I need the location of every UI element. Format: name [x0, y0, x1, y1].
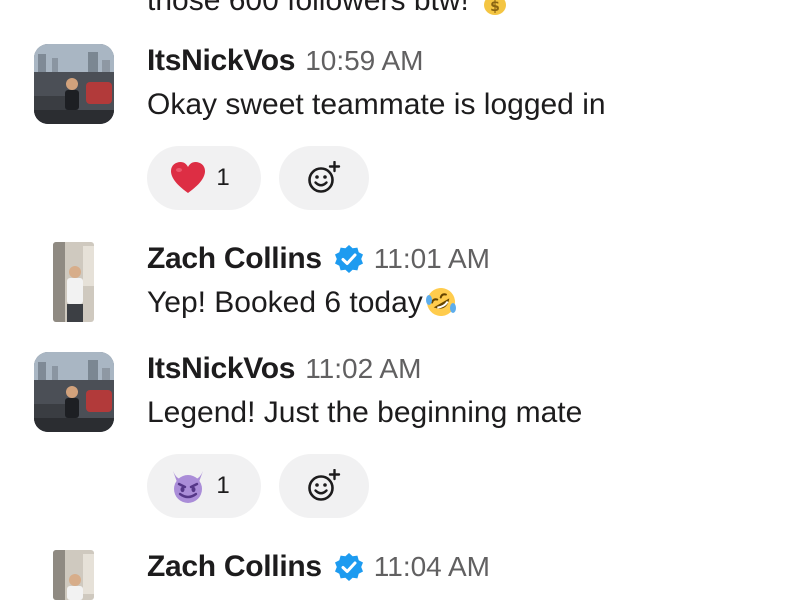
avatar[interactable]: [34, 352, 114, 432]
avatar[interactable]: [53, 550, 94, 600]
reactions-bar: 1: [147, 454, 369, 518]
message-header: Zach Collins 11:01 AM: [147, 242, 490, 276]
add-reaction-icon: [308, 469, 341, 501]
red-heart-icon: [171, 162, 206, 193]
previous-message-tail: those 600 followers btw! $: [147, 0, 511, 18]
add-reaction-icon: [308, 161, 341, 193]
verified-badge-icon: [334, 553, 363, 581]
add-reaction-button[interactable]: [279, 146, 369, 210]
author-name[interactable]: Zach Collins: [147, 550, 322, 584]
timestamp[interactable]: 11:02 AM: [305, 353, 421, 385]
timestamp[interactable]: 11:01 AM: [374, 243, 490, 275]
timestamp[interactable]: 10:59 AM: [305, 45, 423, 77]
message-text: Yep! Booked 6 today: [147, 286, 457, 320]
reaction-pill[interactable]: 1: [147, 146, 261, 210]
add-reaction-button[interactable]: [279, 454, 369, 518]
reaction-count: 1: [216, 472, 230, 499]
author-name[interactable]: ItsNickVos: [147, 352, 295, 386]
reaction-pill[interactable]: 1: [147, 454, 261, 518]
message-text: Legend! Just the beginning mate: [147, 396, 583, 429]
avatar[interactable]: [53, 242, 94, 322]
message-header: ItsNickVos 11:02 AM: [147, 352, 421, 386]
timestamp[interactable]: 11:04 AM: [374, 551, 490, 583]
svg-text:$: $: [490, 0, 500, 15]
verified-badge-icon: [334, 245, 363, 273]
money-bag-icon: $: [484, 0, 507, 15]
author-name[interactable]: Zach Collins: [147, 242, 322, 276]
message-header: ItsNickVos 10:59 AM: [147, 44, 424, 78]
author-name[interactable]: ItsNickVos: [147, 44, 295, 78]
message-text: Okay sweet teammate is logged in: [147, 88, 606, 121]
avatar[interactable]: [34, 44, 114, 124]
message-header: Zach Collins 11:04 AM: [147, 550, 490, 584]
reaction-count: 1: [216, 164, 230, 191]
smiling-imp-icon: [173, 471, 204, 503]
rolling-on-floor-laughing-icon: [425, 288, 456, 316]
reactions-bar: 1: [147, 146, 369, 210]
